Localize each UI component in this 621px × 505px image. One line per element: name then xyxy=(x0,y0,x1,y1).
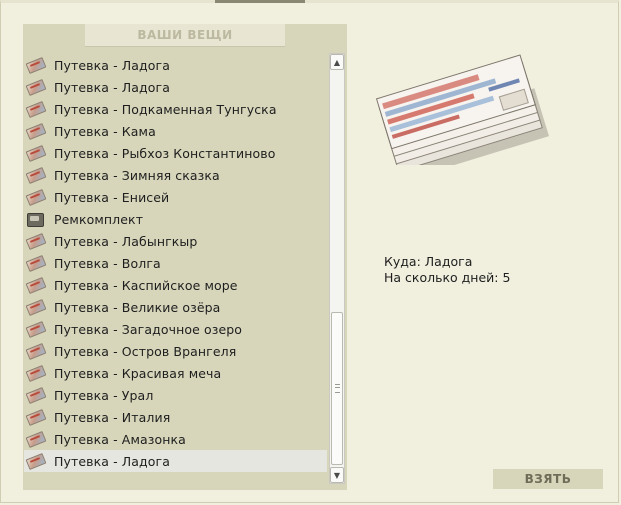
list-item-label: Путевка - Италия xyxy=(54,409,171,425)
list-item-label: Путевка - Урал xyxy=(54,387,154,403)
ticket-icon xyxy=(25,144,47,162)
ticket-icon xyxy=(25,276,47,294)
list-item-label: Путевка - Зимняя сказка xyxy=(54,167,220,183)
list-item-label: Путевка - Подкаменная Тунгуска xyxy=(54,101,277,117)
ticket-icon xyxy=(25,122,47,140)
repair-kit-icon xyxy=(25,210,47,228)
list-item[interactable]: Путевка - Великие озёра xyxy=(24,296,327,318)
list-item-label: Путевка - Амазонка xyxy=(54,431,186,447)
list-item-label: Путевка - Лабынгкыр xyxy=(54,233,198,249)
list-scrollbar[interactable]: ▲ ▼ xyxy=(329,53,345,484)
ticket-icon xyxy=(25,430,47,448)
ticket-icon xyxy=(25,298,47,316)
list-item-label: Путевка - Енисей xyxy=(54,189,170,205)
ticket-icon xyxy=(25,232,47,250)
scroll-thumb[interactable] xyxy=(331,312,343,465)
list-item-label: Путевка - Загадочное озеро xyxy=(54,321,243,337)
list-item-label: Путевка - Красивая меча xyxy=(54,365,222,381)
ticket-icon xyxy=(25,408,47,426)
list-item-label: Путевка - Ладога xyxy=(54,79,170,95)
take-button[interactable]: ВЗЯТЬ xyxy=(493,469,603,489)
destination-value: Ладога xyxy=(424,254,473,269)
list-item[interactable]: Путевка - Каспийское море xyxy=(24,274,327,296)
item-details: Куда: Ладога На сколько дней: 5 xyxy=(384,254,510,286)
list-item-label: Путевка - Ладога xyxy=(54,453,170,469)
ticket-preview-image xyxy=(375,54,549,165)
chevron-up-icon: ▲ xyxy=(333,57,341,67)
list-item-label: Путевка - Каспийское море xyxy=(54,277,238,293)
list-item-label: Путевка - Волга xyxy=(54,255,161,271)
ticket-icon xyxy=(25,452,47,470)
list-item[interactable]: Путевка - Остров Врангеля xyxy=(24,340,327,362)
ticket-icon xyxy=(25,386,47,404)
list-item-label: Ремкомплект xyxy=(54,211,144,227)
list-item[interactable]: Путевка - Зимняя сказка xyxy=(24,164,327,186)
list-item[interactable]: Путевка - Кама xyxy=(24,120,327,142)
ticket-icon xyxy=(25,342,47,360)
list-item[interactable]: Ремкомплект xyxy=(24,208,327,230)
list-item-label: Путевка - Великие озёра xyxy=(54,299,221,315)
destination-row: Куда: Ладога xyxy=(384,254,510,270)
list-item[interactable]: Путевка - Волга xyxy=(24,252,327,274)
ticket-icon xyxy=(25,166,47,184)
ticket-icon xyxy=(25,56,47,74)
scroll-down-button[interactable]: ▼ xyxy=(330,467,344,483)
list-item[interactable]: Путевка - Амазонка xyxy=(24,428,327,450)
list-item[interactable]: Путевка - Ладога xyxy=(24,76,327,98)
list-item[interactable]: Путевка - Енисей xyxy=(24,186,327,208)
ticket-icon xyxy=(25,320,47,338)
panel-title: ВАШИ ВЕЩИ xyxy=(85,24,285,47)
ticket-icon xyxy=(25,188,47,206)
grip-icon xyxy=(335,384,340,393)
list-item[interactable]: Путевка - Подкаменная Тунгуска xyxy=(24,98,327,120)
inventory-list: Путевка - Ладога Путевка - Ладога Путевка … xyxy=(24,54,327,472)
list-item-label: Путевка - Ладога xyxy=(54,57,170,73)
top-strip xyxy=(215,0,305,3)
list-item[interactable]: Путевка - Урал xyxy=(24,384,327,406)
list-item[interactable]: Путевка - Рыбхоз Константиново xyxy=(24,142,327,164)
list-item-label: Путевка - Кама xyxy=(54,123,156,139)
list-item[interactable]: Путевка - Италия xyxy=(24,406,327,428)
ticket-icon xyxy=(25,364,47,382)
ticket-icon xyxy=(25,78,47,96)
list-item-label: Путевка - Остров Врангеля xyxy=(54,343,237,359)
days-value: 5 xyxy=(502,270,511,285)
ticket-icon xyxy=(25,254,47,272)
chevron-down-icon: ▼ xyxy=(333,470,341,480)
destination-label: Куда: xyxy=(384,254,421,269)
list-item[interactable]: Путевка - Красивая меча xyxy=(24,362,327,384)
ticket-icon xyxy=(25,100,47,118)
scroll-up-button[interactable]: ▲ xyxy=(330,54,344,70)
days-row: На сколько дней: 5 xyxy=(384,270,510,286)
list-item[interactable]: Путевка - Ладога xyxy=(24,54,327,76)
list-item[interactable]: Путевка - Ладога xyxy=(24,450,327,472)
list-item[interactable]: Путевка - Лабынгкыр xyxy=(24,230,327,252)
list-item[interactable]: Путевка - Загадочное озеро xyxy=(24,318,327,340)
list-item-label: Путевка - Рыбхоз Константиново xyxy=(54,145,276,161)
days-label: На сколько дней: xyxy=(384,270,499,285)
